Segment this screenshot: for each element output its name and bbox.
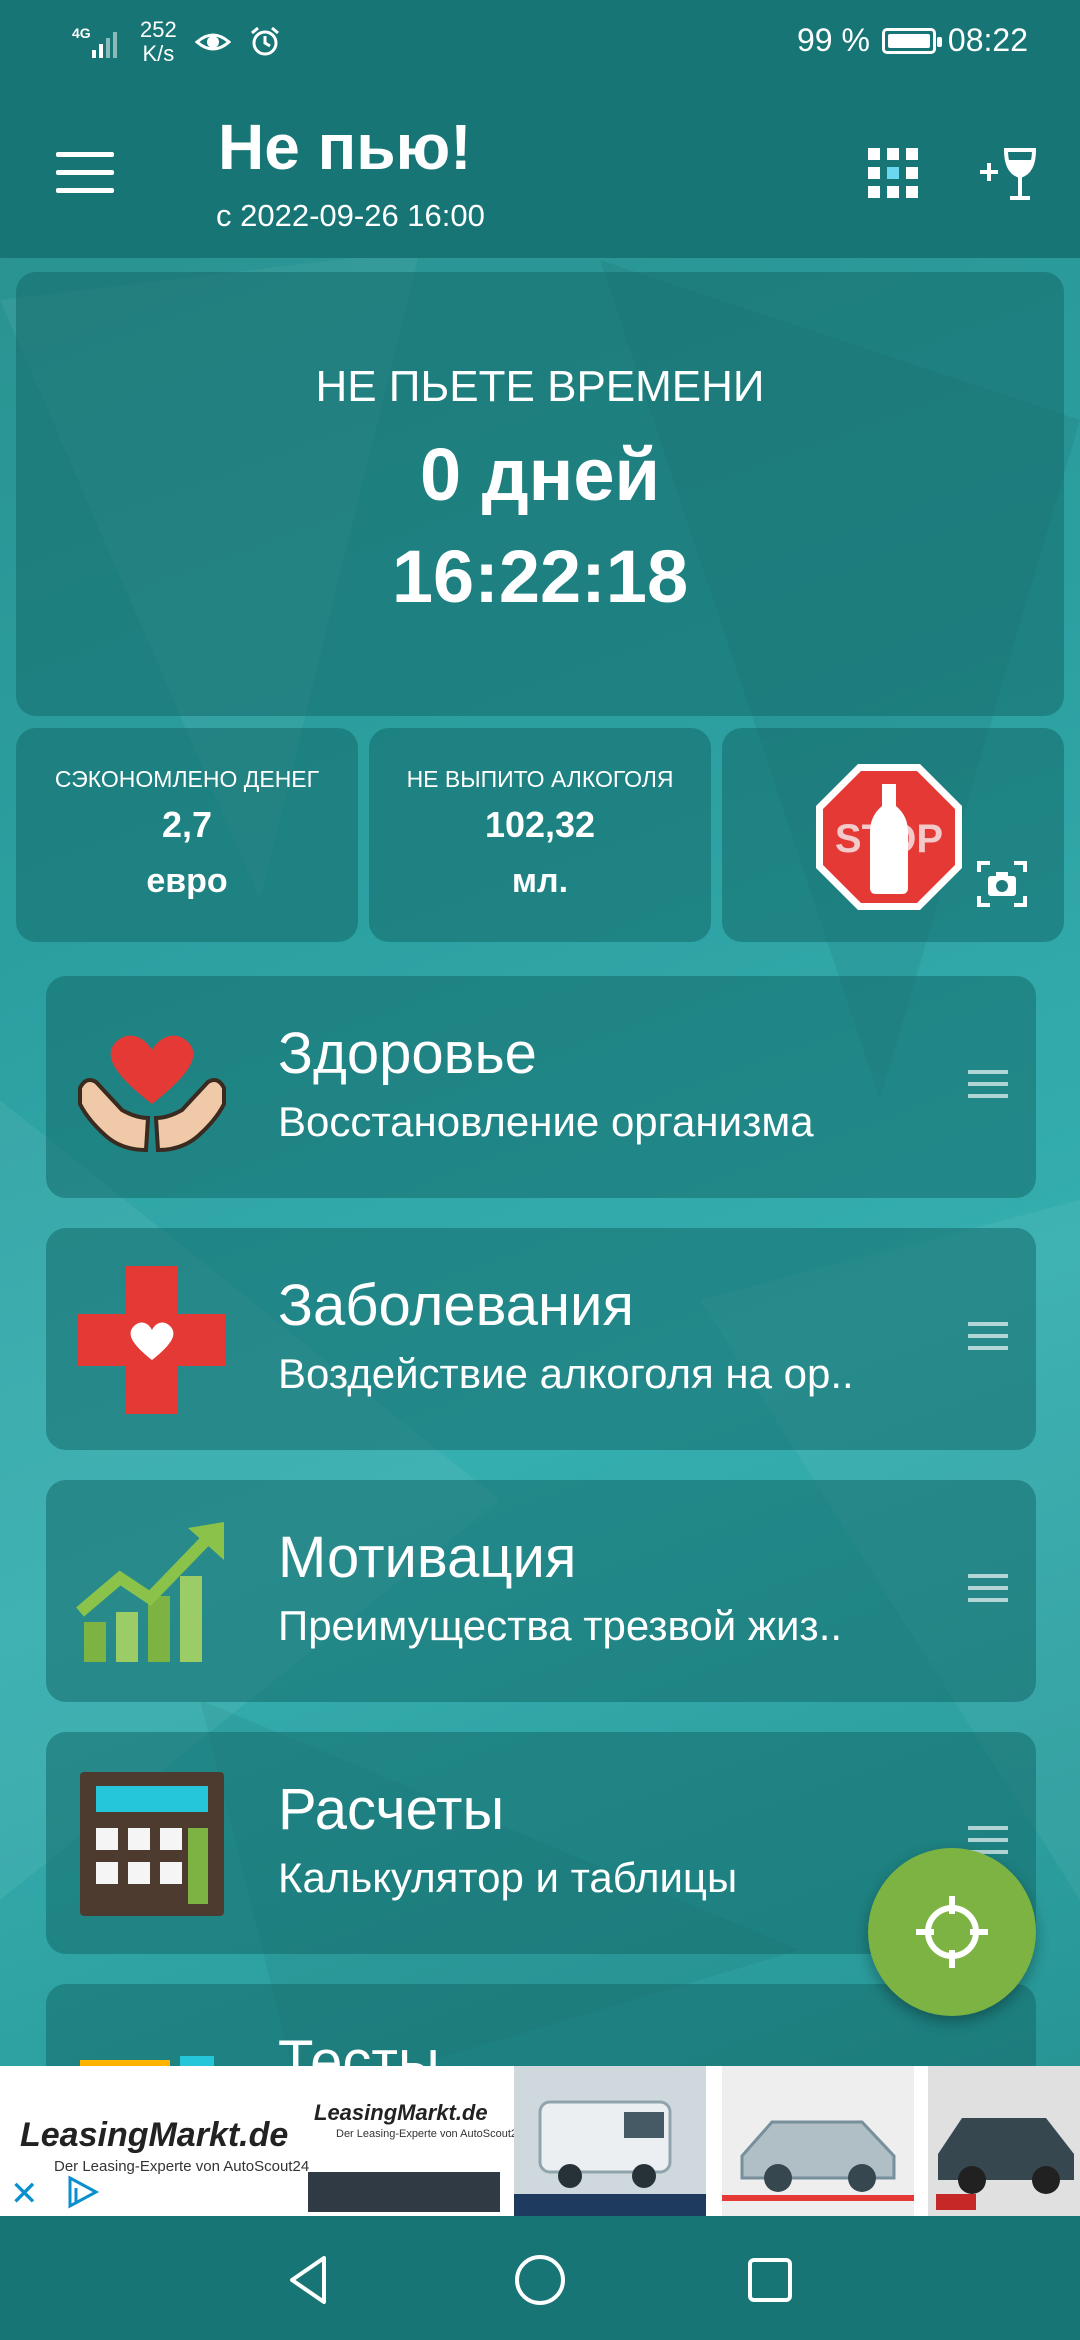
battery-percent: 99 % — [796, 22, 870, 58]
heart-hands-icon — [78, 1035, 226, 1153]
ad-suv-image — [928, 2066, 1080, 2216]
ad-banner[interactable]: LeasingMarkt.de Der Leasing-Experte von … — [0, 2066, 1080, 2216]
alcohol-not-drunk-value: 102,32 — [484, 804, 596, 845]
timer-days: 0 дней — [419, 433, 661, 516]
ad-brand-logo-small: LeasingMarkt.de — [314, 2100, 488, 2125]
network-speed: 252 K/s — [140, 17, 177, 66]
battery-icon — [881, 27, 942, 54]
medical-cross-icon — [78, 1266, 226, 1414]
app-title: Не пью! — [218, 111, 472, 183]
signal-icon: 4G — [72, 25, 117, 58]
add-drink-button[interactable] — [976, 142, 1040, 206]
menu-item-description: Воздействие алкоголя на ор.. — [278, 1350, 854, 1397]
eye-icon — [194, 33, 231, 51]
money-saved-unit: евро — [146, 862, 228, 900]
menu-item-health[interactable]: Здоровье Восстановление организма — [46, 976, 1036, 1198]
camera-icon[interactable] — [976, 858, 1028, 910]
ad-dark-panel — [308, 2172, 500, 2212]
target-fab-button[interactable] — [868, 1848, 1036, 2016]
money-saved-card[interactable]: СЭКОНОМЛЕНО ДЕНЕГ 2,7 евро — [16, 728, 358, 942]
ad-tagline: Der Leasing-Experte von AutoScout24 — [54, 2158, 310, 2175]
ad-car-image — [722, 2066, 914, 2216]
app-bar: Не пью! с 2022-09-26 16:00 — [0, 90, 1080, 258]
alcohol-not-drunk-card[interactable]: НЕ ВЫПИТО АЛКОГОЛЯ 102,32 мл. — [369, 728, 711, 942]
menu-item-title: Мотивация — [278, 1525, 577, 1590]
back-icon[interactable] — [282, 2252, 338, 2308]
money-saved-label: СЭКОНОМЛЕНО ДЕНЕГ — [54, 766, 320, 792]
menu-item-title: Здоровье — [278, 1021, 537, 1086]
drag-handle-icon[interactable] — [968, 1070, 1008, 1104]
timer-label: НЕ ПЬЕТЕ ВРЕМЕНИ — [315, 362, 765, 411]
menu-item-title: Заболевания — [278, 1273, 634, 1338]
home-icon[interactable] — [512, 2252, 568, 2308]
menu-item-description: Восстановление организма — [278, 1098, 814, 1145]
sobriety-timer-card: НЕ ПЬЕТЕ ВРЕМЕНИ 0 дней 16:22:18 — [16, 272, 1064, 716]
ad-van-image — [514, 2066, 706, 2216]
alarm-icon — [250, 26, 279, 56]
stop-sign-icon: STOP — [816, 764, 962, 910]
clock: 08:22 — [947, 22, 1028, 58]
ad-brand-logo: LeasingMarkt.de — [20, 2116, 289, 2154]
menu-item-diseases[interactable]: Заболевания Воздействие алкоголя на ор.. — [46, 1228, 1036, 1450]
menu-item-description: Калькулятор и таблицы — [278, 1854, 738, 1901]
menu-item-description: Преимущества трезвой жиз.. — [278, 1602, 843, 1649]
crosshair-icon — [916, 1896, 988, 1968]
timer-time: 16:22:18 — [391, 535, 689, 618]
ad-close-icon[interactable]: ✕ — [10, 2174, 39, 2214]
ad-choices-icon[interactable] — [64, 2174, 100, 2210]
calculator-icon — [80, 1772, 224, 1916]
alcohol-not-drunk-unit: мл. — [511, 862, 569, 900]
menu-item-title: Расчеты — [278, 1777, 505, 1842]
alcohol-not-drunk-label: НЕ ВЫПИТО АЛКОГОЛЯ — [406, 766, 674, 792]
recents-icon[interactable] — [742, 2252, 798, 2308]
start-date: с 2022-09-26 16:00 — [216, 198, 485, 233]
drag-handle-icon[interactable] — [968, 1574, 1008, 1608]
growth-chart-icon — [76, 1522, 224, 1662]
money-saved-value: 2,7 — [161, 804, 213, 845]
drag-handle-icon[interactable] — [968, 1322, 1008, 1356]
grid-view-button[interactable] — [868, 148, 918, 198]
system-nav-bar — [0, 2216, 1080, 2340]
network-type: 4G — [72, 25, 91, 41]
menu-button[interactable] — [56, 152, 114, 194]
stop-sign-card[interactable]: STOP — [722, 728, 1064, 942]
status-bar: 4G 252 K/s 99 % 08:22 — [0, 0, 1080, 90]
ad-tagline-small: Der Leasing-Experte von AutoScout24 — [336, 2128, 524, 2140]
menu-item-motivation[interactable]: Мотивация Преимущества трезвой жиз.. — [46, 1480, 1036, 1702]
